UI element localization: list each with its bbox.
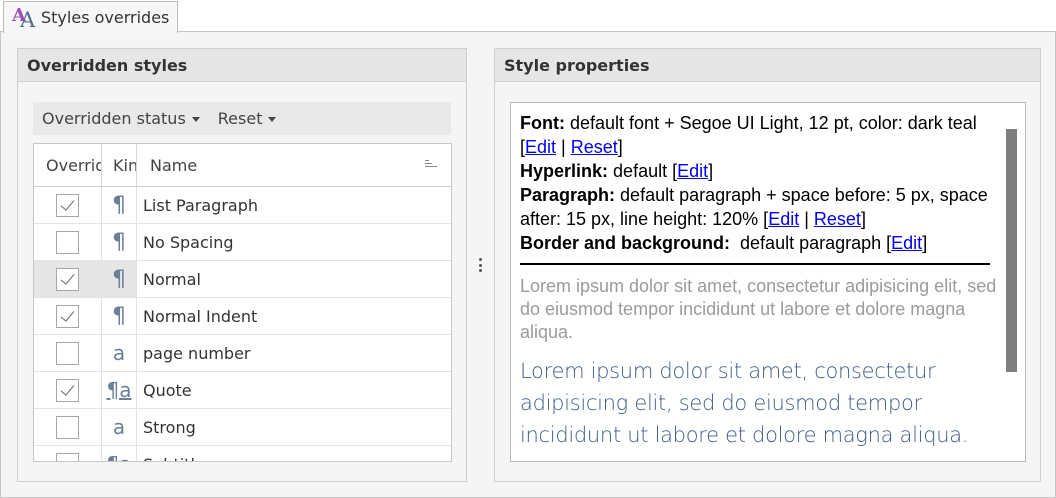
overridden-checkbox[interactable] xyxy=(56,267,79,291)
sort-icon[interactable] xyxy=(425,160,437,170)
table-row[interactable]: ¶a Subtitle xyxy=(34,446,451,462)
paragraph-style-icon: ¶ xyxy=(112,192,126,218)
kind-cell: ¶ xyxy=(102,187,137,223)
kind-cell: ¶ xyxy=(102,298,137,334)
border-property: Border and background: default paragraph… xyxy=(520,233,928,253)
style-name: No Spacing xyxy=(143,232,234,252)
border-edit-link[interactable]: Edit xyxy=(891,233,922,253)
tab-strip: AA Styles overrides xyxy=(0,0,1056,33)
kind-cell: ¶ xyxy=(102,224,137,260)
overridden-checkbox[interactable] xyxy=(56,452,79,461)
border-value: default paragraph xyxy=(740,233,882,253)
overridden-checkbox[interactable] xyxy=(56,304,79,328)
style-name: List Paragraph xyxy=(143,195,259,215)
paragraph-label: Paragraph: xyxy=(520,185,616,205)
font-value: default font + Segoe UI Light, 12 pt, co… xyxy=(570,113,977,133)
linked-style-icon: ¶a xyxy=(106,378,132,402)
paragraph-style-icon: ¶ xyxy=(112,229,126,255)
properties-text: Font: default font + Segoe UI Light, 12 … xyxy=(520,111,998,451)
kind-cell: ¶ xyxy=(102,261,137,297)
overridden-checkbox[interactable] xyxy=(56,230,79,254)
style-properties-panel: Style properties Font: default font + Se… xyxy=(494,48,1041,482)
style-name: Quote xyxy=(143,380,192,400)
chevron-down-icon xyxy=(268,116,277,122)
panel-title: Overridden styles xyxy=(18,49,466,82)
overridden-cell xyxy=(34,261,102,297)
style-name: Subtitle xyxy=(137,446,451,462)
hyperlink-label: Hyperlink: xyxy=(520,161,609,181)
paragraph-reset-link[interactable]: Reset xyxy=(814,209,861,229)
overridden-checkbox[interactable] xyxy=(56,193,79,217)
style-name: Strong xyxy=(143,417,196,437)
font-edit-link[interactable]: Edit xyxy=(525,137,556,157)
paragraph-property: Paragraph: default paragraph + space bef… xyxy=(520,185,988,229)
table-row[interactable]: a page number xyxy=(34,335,451,372)
overridden-status-dropdown[interactable]: Overridden status xyxy=(42,109,200,128)
preview-styled-text: Lorem ipsum dolor sit amet, consectetur … xyxy=(520,359,969,447)
reset-label: Reset xyxy=(217,109,263,128)
overridden-cell xyxy=(34,298,102,334)
divider xyxy=(520,263,990,265)
styles-toolbar: Overridden status Reset xyxy=(33,102,451,135)
kind-cell: a xyxy=(102,409,137,445)
column-header-name-label: Name xyxy=(150,155,198,175)
hyperlink-value: default xyxy=(613,161,668,181)
style-name: page number xyxy=(143,343,251,363)
border-label: Border and background: xyxy=(520,233,731,253)
font-label: Font: xyxy=(520,113,565,133)
styles-icon: AA xyxy=(12,4,36,32)
table-row[interactable]: ¶a Quote xyxy=(34,372,451,409)
tab-styles-overrides[interactable]: AA Styles overrides xyxy=(3,1,179,33)
table-row[interactable]: ¶ Normal Indent xyxy=(34,298,451,335)
paragraph-edit-link[interactable]: Edit xyxy=(768,209,799,229)
styles-grid: Overridden Kind Name ¶ List Paragraph ¶ No … xyxy=(33,143,452,462)
character-style-icon: a xyxy=(112,341,126,365)
table-row[interactable]: a Strong xyxy=(34,409,451,446)
hyperlink-edit-link[interactable]: Edit xyxy=(677,161,708,181)
paragraph-style-icon: ¶ xyxy=(112,266,126,292)
tab-label: Styles overrides xyxy=(41,8,170,27)
overridden-styles-panel: Overridden styles Overridden status Rese… xyxy=(17,48,467,482)
panel-title: Style properties xyxy=(495,49,1040,82)
overridden-cell xyxy=(34,187,102,223)
overridden-cell xyxy=(34,409,102,445)
grid-header: Overridden Kind Name xyxy=(34,144,451,187)
hyperlink-property: Hyperlink: default [Edit] xyxy=(520,161,714,181)
overridden-status-label: Overridden status xyxy=(42,109,186,128)
font-reset-link[interactable]: Reset xyxy=(571,137,618,157)
table-row[interactable]: ¶ Normal xyxy=(34,261,451,298)
column-header-kind[interactable]: Kind xyxy=(102,144,137,186)
font-property: Font: default font + Segoe UI Light, 12 … xyxy=(520,113,977,157)
table-row[interactable]: ¶ List Paragraph xyxy=(34,187,451,224)
overridden-cell xyxy=(34,224,102,260)
column-header-name[interactable]: Name xyxy=(137,144,451,186)
style-name: Normal Indent xyxy=(143,306,258,326)
reset-dropdown[interactable]: Reset xyxy=(218,109,277,128)
kind-cell: ¶a xyxy=(102,446,137,461)
overridden-cell xyxy=(34,372,102,408)
chevron-down-icon xyxy=(191,116,200,122)
overridden-checkbox[interactable] xyxy=(56,378,79,402)
overridden-checkbox[interactable] xyxy=(56,415,79,439)
overridden-cell xyxy=(34,446,102,461)
character-style-icon: a xyxy=(112,415,126,439)
splitter-handle[interactable] xyxy=(478,258,482,272)
style-properties-view: Font: default font + Segoe UI Light, 12 … xyxy=(510,102,1026,462)
kind-cell: a xyxy=(102,335,137,371)
overridden-cell xyxy=(34,335,102,371)
style-name: Normal xyxy=(143,269,201,289)
column-header-overridden[interactable]: Overridden xyxy=(34,144,102,186)
paragraph-style-icon: ¶ xyxy=(112,303,126,329)
table-row[interactable]: ¶ No Spacing xyxy=(34,224,451,261)
tab-content: Overridden styles Overridden status Rese… xyxy=(0,31,1056,498)
grid-body: ¶ List Paragraph ¶ No Spacing ¶ Normal ¶ Normal… xyxy=(34,187,451,462)
vertical-scrollbar[interactable] xyxy=(1006,129,1017,372)
linked-style-icon: ¶a xyxy=(107,452,132,461)
preview-before-text: Lorem ipsum dolor sit amet, consectetur … xyxy=(520,276,997,342)
kind-cell: ¶a xyxy=(102,372,137,408)
overridden-checkbox[interactable] xyxy=(56,341,79,365)
